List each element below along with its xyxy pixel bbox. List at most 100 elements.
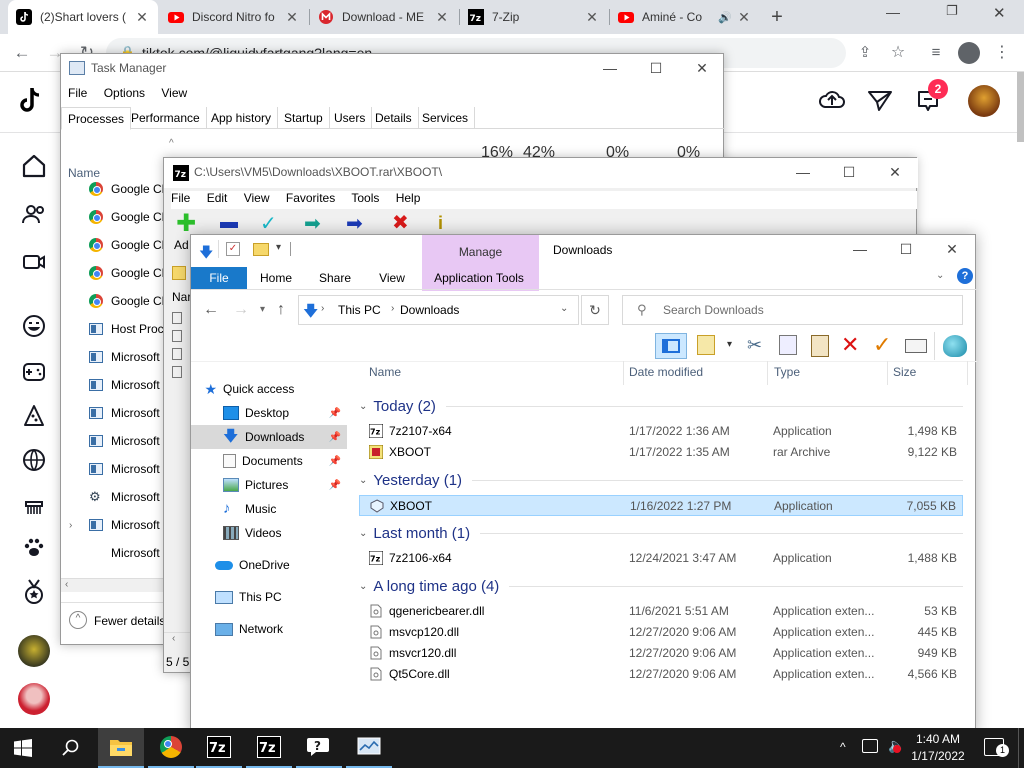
maximize-icon[interactable]: ☐ [633,54,679,83]
maximize-icon[interactable]: ☐ [826,158,872,187]
close-icon[interactable]: ✕ [929,235,975,264]
taskbar-app-7zip[interactable]: 7z [196,728,242,768]
column-name[interactable]: Name [68,166,100,180]
copy-icon[interactable] [779,335,797,355]
table-row[interactable]: Microsoft [89,427,160,455]
browser-tab[interactable]: Aminé - Co 🔊 ✕ [610,0,760,34]
star-icon[interactable]: ☆ [888,43,908,63]
nav-network[interactable]: Network [191,617,347,641]
copy-icon[interactable]: ➡ [304,214,321,234]
group-header[interactable]: ⌄ Last month (1) [359,522,963,544]
close-tab-icon[interactable]: ✕ [736,9,752,26]
show-desktop-button[interactable] [1018,728,1024,768]
table-row[interactable]: Microsoft [89,399,160,427]
column-date-modified[interactable]: Date modified [629,365,703,379]
table-row[interactable]: Google Ch [89,180,168,203]
table-row[interactable]: Google Ch [89,231,168,259]
tab-details[interactable]: Details [369,107,419,129]
taskbar-app-chrome[interactable] [148,728,194,768]
list-item[interactable]: XBOOT 1/17/2022 1:35 AM rar Archive 9,12… [359,442,963,463]
table-row[interactable]: Microsoft [89,455,160,483]
list-item[interactable]: msvcr120.dll 12/27/2020 9:06 AM Applicat… [359,643,963,664]
nav-downloads[interactable]: 🡇 Downloads 📌 [191,425,347,449]
scrollbar-thumb[interactable] [1017,72,1024,142]
rename-check-icon[interactable]: ✓ [873,332,891,358]
breadcrumb-this-pc[interactable]: This PC [338,303,381,317]
close-tab-icon[interactable]: ✕ [284,9,300,26]
table-row[interactable]: Google Ch [89,259,168,287]
back-icon[interactable]: ← [203,301,219,319]
taskbar-app-help[interactable]: ? [296,728,342,768]
minimize-icon[interactable]: — [587,54,633,83]
table-row[interactable]: Microsoft [89,371,160,399]
column-size[interactable]: Size [893,365,916,379]
nav-pictures[interactable]: Pictures 📌 [191,473,347,497]
nav-documents[interactable]: Documents 📌 [191,449,347,473]
forward-icon[interactable]: → [233,301,249,319]
beauty-icon[interactable] [18,490,50,522]
address-dropdown-icon[interactable]: ⌄ [560,303,568,314]
recent-locations-icon[interactable]: ▾ [260,304,265,315]
nav-videos[interactable]: Videos [191,521,347,545]
horizontal-scrollbar[interactable]: ‹ [164,632,192,646]
clock-time[interactable]: 1:40 AM [908,732,968,746]
start-button[interactable] [0,728,46,768]
avatar[interactable] [968,85,1000,117]
breadcrumb-downloads[interactable]: Downloads [400,303,459,317]
browser-tab[interactable]: (2)Shart lovers ( ✕ [8,0,158,34]
menu-icon[interactable]: ⋮ [992,43,1012,63]
add-icon[interactable]: ✚ [176,212,196,236]
search-button[interactable] [48,728,94,768]
nav-quick-access[interactable]: ★ Quick access [191,377,347,401]
shell-icon[interactable] [943,335,967,357]
taskbar-app-task-manager[interactable] [346,728,392,768]
tab-performance[interactable]: Performance [125,107,207,129]
nav-music[interactable]: ♪ Music [191,497,347,521]
tab-file[interactable]: File [191,267,247,289]
new-folder-icon[interactable] [253,243,269,256]
folder-up-icon[interactable] [172,266,186,280]
close-tab-icon[interactable]: ✕ [134,9,150,26]
test-icon[interactable]: ✓ [260,214,277,234]
paste-icon[interactable] [811,335,829,357]
list-item[interactable]: 7z 7z2107-x64 1/17/2022 1:36 AM Applicat… [359,421,963,442]
browser-tab[interactable]: Discord Nitro fo ✕ [160,0,308,34]
search-input[interactable]: ⚲ Search Downloads [622,295,963,325]
speaker-icon[interactable]: 🔊 [718,11,732,24]
info-icon[interactable]: i [438,213,443,233]
tab-processes[interactable]: Processes [61,107,132,130]
close-icon[interactable]: ✕ [872,158,918,187]
menu-view[interactable]: View [161,86,187,100]
restore-icon[interactable]: ❐ [946,3,958,19]
properties-icon[interactable]: ✓ [226,242,240,256]
table-row[interactable]: Microsoft [89,343,160,371]
list-item[interactable]: 7z 7z2106-x64 12/24/2021 3:47 AM Applica… [359,548,963,569]
refresh-icon[interactable]: ↻ [581,295,609,325]
delete-icon[interactable]: ✕ [841,332,859,358]
maximize-icon[interactable]: ☐ [883,235,929,264]
home-icon[interactable] [18,150,50,182]
share-icon[interactable]: ⇪ [855,43,875,63]
move-icon[interactable]: ➡ [346,214,363,234]
show-hidden-icons[interactable]: ^ [840,740,846,754]
list-item-selected[interactable]: XBOOT 1/16/2022 1:27 PM Application 7,05… [359,495,963,516]
table-row[interactable]: ⚙ Microsoft [89,483,160,511]
media-icon[interactable]: ≡ [926,43,946,63]
nav-desktop[interactable]: Desktop 📌 [191,401,347,425]
avatar[interactable] [18,683,50,715]
following-icon[interactable] [18,198,50,230]
gaming-icon[interactable] [18,356,50,388]
extract-icon[interactable] [220,222,238,228]
table-row[interactable]: Google Ch [89,203,168,231]
send-icon[interactable] [867,89,893,113]
nav-this-pc[interactable]: This PC [191,585,347,609]
new-tab-button[interactable]: + [766,5,788,29]
fewer-details-button[interactable]: Fewer details [94,614,165,628]
tab-view[interactable]: View [367,267,417,289]
expand-chevron-icon[interactable]: › [69,520,72,531]
upload-icon[interactable] [818,88,846,112]
minimize-icon[interactable]: — [886,4,900,20]
quick-access-download-icon[interactable]: 🡇 [199,242,213,266]
browser-tab[interactable]: Download - ME ✕ [310,0,458,34]
menu-tools[interactable]: Tools [351,191,379,205]
